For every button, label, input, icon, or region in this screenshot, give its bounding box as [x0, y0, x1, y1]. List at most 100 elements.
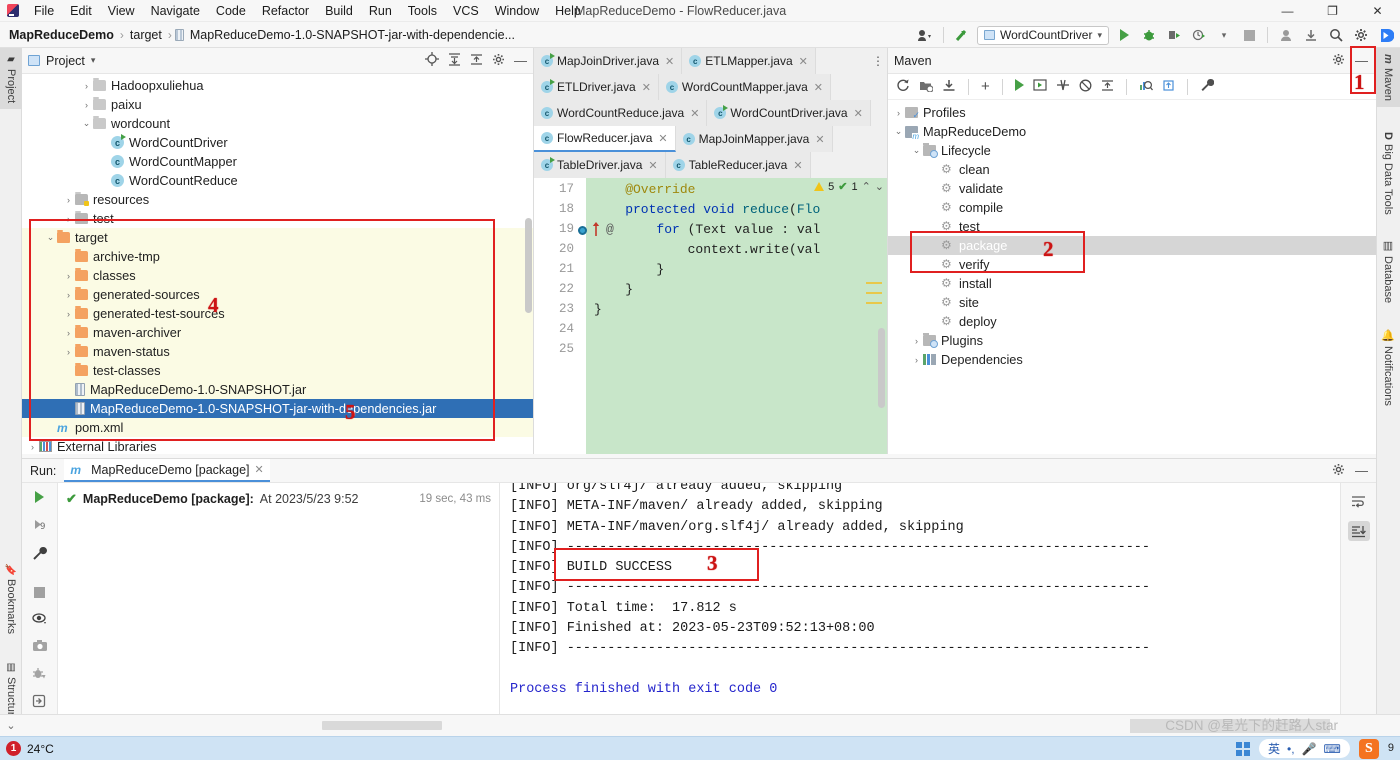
export-icon[interactable]: [32, 694, 47, 711]
menu-refactor[interactable]: Refactor: [254, 0, 317, 22]
run-tab-mapreducedemo[interactable]: m MapReduceDemo [package] ✕: [64, 459, 270, 482]
soft-wrap-icon[interactable]: [1348, 491, 1370, 511]
next-problem-icon[interactable]: ⌄: [875, 180, 884, 193]
run-with-coverage-icon[interactable]: [1164, 25, 1184, 45]
settings-gear-icon[interactable]: [1332, 463, 1345, 479]
hide-panel-icon[interactable]: —: [514, 53, 527, 68]
editor-tab[interactable]: c MapJoinDriver.java ✕: [534, 48, 683, 74]
breakpoint-icon[interactable]: [578, 226, 587, 235]
taskbar-clock[interactable]: 9: [1388, 743, 1394, 754]
tree-expand-arrow-icon[interactable]: ›: [910, 355, 923, 365]
sidebar-item-bookmarks[interactable]: 🔖 Bookmarks: [0, 557, 22, 640]
tree-expand-arrow-icon[interactable]: ›: [80, 100, 93, 110]
project-tree-item[interactable]: › generated-test-sources: [22, 304, 533, 323]
project-tree-item[interactable]: c WordCountMapper: [22, 152, 533, 171]
project-tree-item[interactable]: › Hadoopxuliehua: [22, 76, 533, 95]
override-arrow-icon[interactable]: [592, 222, 600, 240]
tree-expand-arrow-icon[interactable]: ⌄: [80, 118, 93, 129]
tree-expand-arrow-icon[interactable]: ›: [62, 309, 75, 319]
project-tree-item[interactable]: › classes: [22, 266, 533, 285]
hide-panel-icon[interactable]: —: [1355, 53, 1370, 68]
project-tree-scrollbar[interactable]: [525, 218, 532, 313]
ime-keyboard-icon[interactable]: ⌨: [1324, 742, 1341, 756]
download-sources-icon[interactable]: [942, 79, 956, 95]
project-tree-item[interactable]: test-classes: [22, 361, 533, 380]
close-button[interactable]: ✕: [1355, 0, 1400, 22]
stop-icon[interactable]: [1239, 25, 1259, 45]
settings-gear-icon[interactable]: [1332, 53, 1345, 69]
menu-tools[interactable]: Tools: [400, 0, 445, 22]
close-icon[interactable]: ✕: [815, 133, 824, 146]
status-event-log-icon[interactable]: ⌄: [0, 715, 22, 737]
close-icon[interactable]: ✕: [690, 107, 699, 120]
breadcrumb-file[interactable]: MapReduceDemo-1.0-SNAPSHOT-jar-with-depe…: [187, 28, 518, 42]
sogou-ime-icon[interactable]: S: [1358, 738, 1379, 759]
editor-tab[interactable]: c ETLDriver.java ✕: [534, 74, 659, 100]
skip-tests-icon[interactable]: [1056, 79, 1070, 94]
editor-tab[interactable]: c MapJoinMapper.java ✕: [675, 126, 833, 152]
maven-tree-item[interactable]: ⚙ deploy: [888, 312, 1376, 331]
menu-build[interactable]: Build: [317, 0, 361, 22]
maven-tree-item[interactable]: ⚙ validate: [888, 179, 1376, 198]
tree-expand-arrow-icon[interactable]: ›: [80, 81, 93, 91]
close-icon[interactable]: ✕: [854, 107, 863, 120]
close-icon[interactable]: ✕: [665, 55, 674, 68]
collapse-all-icon[interactable]: [470, 53, 483, 69]
tree-expand-arrow-icon[interactable]: ›: [62, 328, 75, 338]
download-icon[interactable]: [1301, 25, 1321, 45]
menu-view[interactable]: View: [100, 0, 143, 22]
editor-vertical-scrollbar[interactable]: [878, 328, 885, 408]
weather-widget[interactable]: 1 24°C: [6, 741, 54, 756]
tree-expand-arrow-icon[interactable]: ›: [62, 214, 75, 224]
sidebar-item-big-data-tools[interactable]: D Big Data Tools: [1376, 126, 1400, 221]
inspection-widget[interactable]: 5 ✔ 1 ⌃ ⌄: [814, 180, 884, 193]
project-tree[interactable]: › Hadoopxuliehua › paixu ⌄ wordcount c WordCoun…: [22, 74, 533, 456]
project-tree-item[interactable]: m pom.xml: [22, 418, 533, 437]
editor-tab[interactable]: c WordCountReduce.java ✕: [534, 100, 708, 126]
generate-sources-icon[interactable]: [919, 79, 934, 95]
project-tree-item[interactable]: ⌄ wordcount: [22, 114, 533, 133]
run-results-tree[interactable]: ✔ MapReduceDemo [package]: At 2023/5/23 …: [58, 483, 500, 737]
menu-edit[interactable]: Edit: [62, 0, 100, 22]
profiler-dropdown-icon[interactable]: ▾: [1214, 25, 1234, 45]
close-icon[interactable]: ✕: [648, 159, 657, 172]
expand-icon[interactable]: [1162, 79, 1175, 95]
expand-all-icon[interactable]: [448, 52, 461, 69]
screenshot-icon[interactable]: [32, 639, 48, 655]
project-tree-item[interactable]: › generated-sources: [22, 285, 533, 304]
profiler-icon[interactable]: [1189, 25, 1209, 45]
execute-goal-icon[interactable]: [1033, 79, 1047, 94]
maximize-button[interactable]: ❐: [1310, 0, 1355, 22]
chevron-down-icon[interactable]: ▾: [91, 55, 96, 66]
tree-expand-arrow-icon[interactable]: ⌄: [44, 232, 57, 243]
close-icon[interactable]: ✕: [642, 81, 651, 94]
maven-tree-item[interactable]: ⚙ compile: [888, 198, 1376, 217]
settings-gear-icon[interactable]: [1351, 25, 1371, 45]
project-tree-item[interactable]: ⌄ target: [22, 228, 533, 247]
close-icon[interactable]: ✕: [793, 159, 802, 172]
project-tree-item[interactable]: MapReduceDemo-1.0-SNAPSHOT.jar: [22, 380, 533, 399]
maven-tree-item[interactable]: › Plugins: [888, 331, 1376, 350]
menu-code[interactable]: Code: [208, 0, 254, 22]
maven-tree-item[interactable]: ⚙ install: [888, 274, 1376, 293]
rerun-failed-tests-icon[interactable]: 9: [32, 517, 48, 535]
project-tree-item[interactable]: › test: [22, 209, 533, 228]
tree-expand-arrow-icon[interactable]: ›: [26, 442, 39, 452]
settings-gear-icon[interactable]: [492, 53, 505, 69]
console-output[interactable]: [INFO] org/slf4j/ already added, skippin…: [500, 483, 1340, 737]
menu-run[interactable]: Run: [361, 0, 400, 22]
editor-tab[interactable]: c WordCountDriver.java ✕: [707, 100, 871, 126]
maven-tree[interactable]: ›Profiles⌄MapReduceDemo⌄Lifecycle⚙clean⚙…: [888, 100, 1376, 369]
project-tree-item[interactable]: archive-tmp: [22, 247, 533, 266]
menu-navigate[interactable]: Navigate: [143, 0, 208, 22]
ime-mic-icon[interactable]: 🎤: [1302, 742, 1317, 756]
run-configuration-selector[interactable]: WordCountDriver ▾: [976, 25, 1109, 45]
minimize-button[interactable]: —: [1265, 0, 1310, 22]
editor-tab[interactable]: c WordCountMapper.java ✕: [658, 74, 831, 100]
scroll-to-end-icon[interactable]: [1347, 521, 1370, 541]
maven-tree-item[interactable]: ⚙ package: [888, 236, 1376, 255]
maven-tree-item[interactable]: ⚙ site: [888, 293, 1376, 312]
show-diagram-icon[interactable]: [1139, 79, 1153, 95]
maven-tree-item[interactable]: ⌄ MapReduceDemo: [888, 122, 1376, 141]
toggle-visibility-icon[interactable]: [31, 612, 48, 628]
